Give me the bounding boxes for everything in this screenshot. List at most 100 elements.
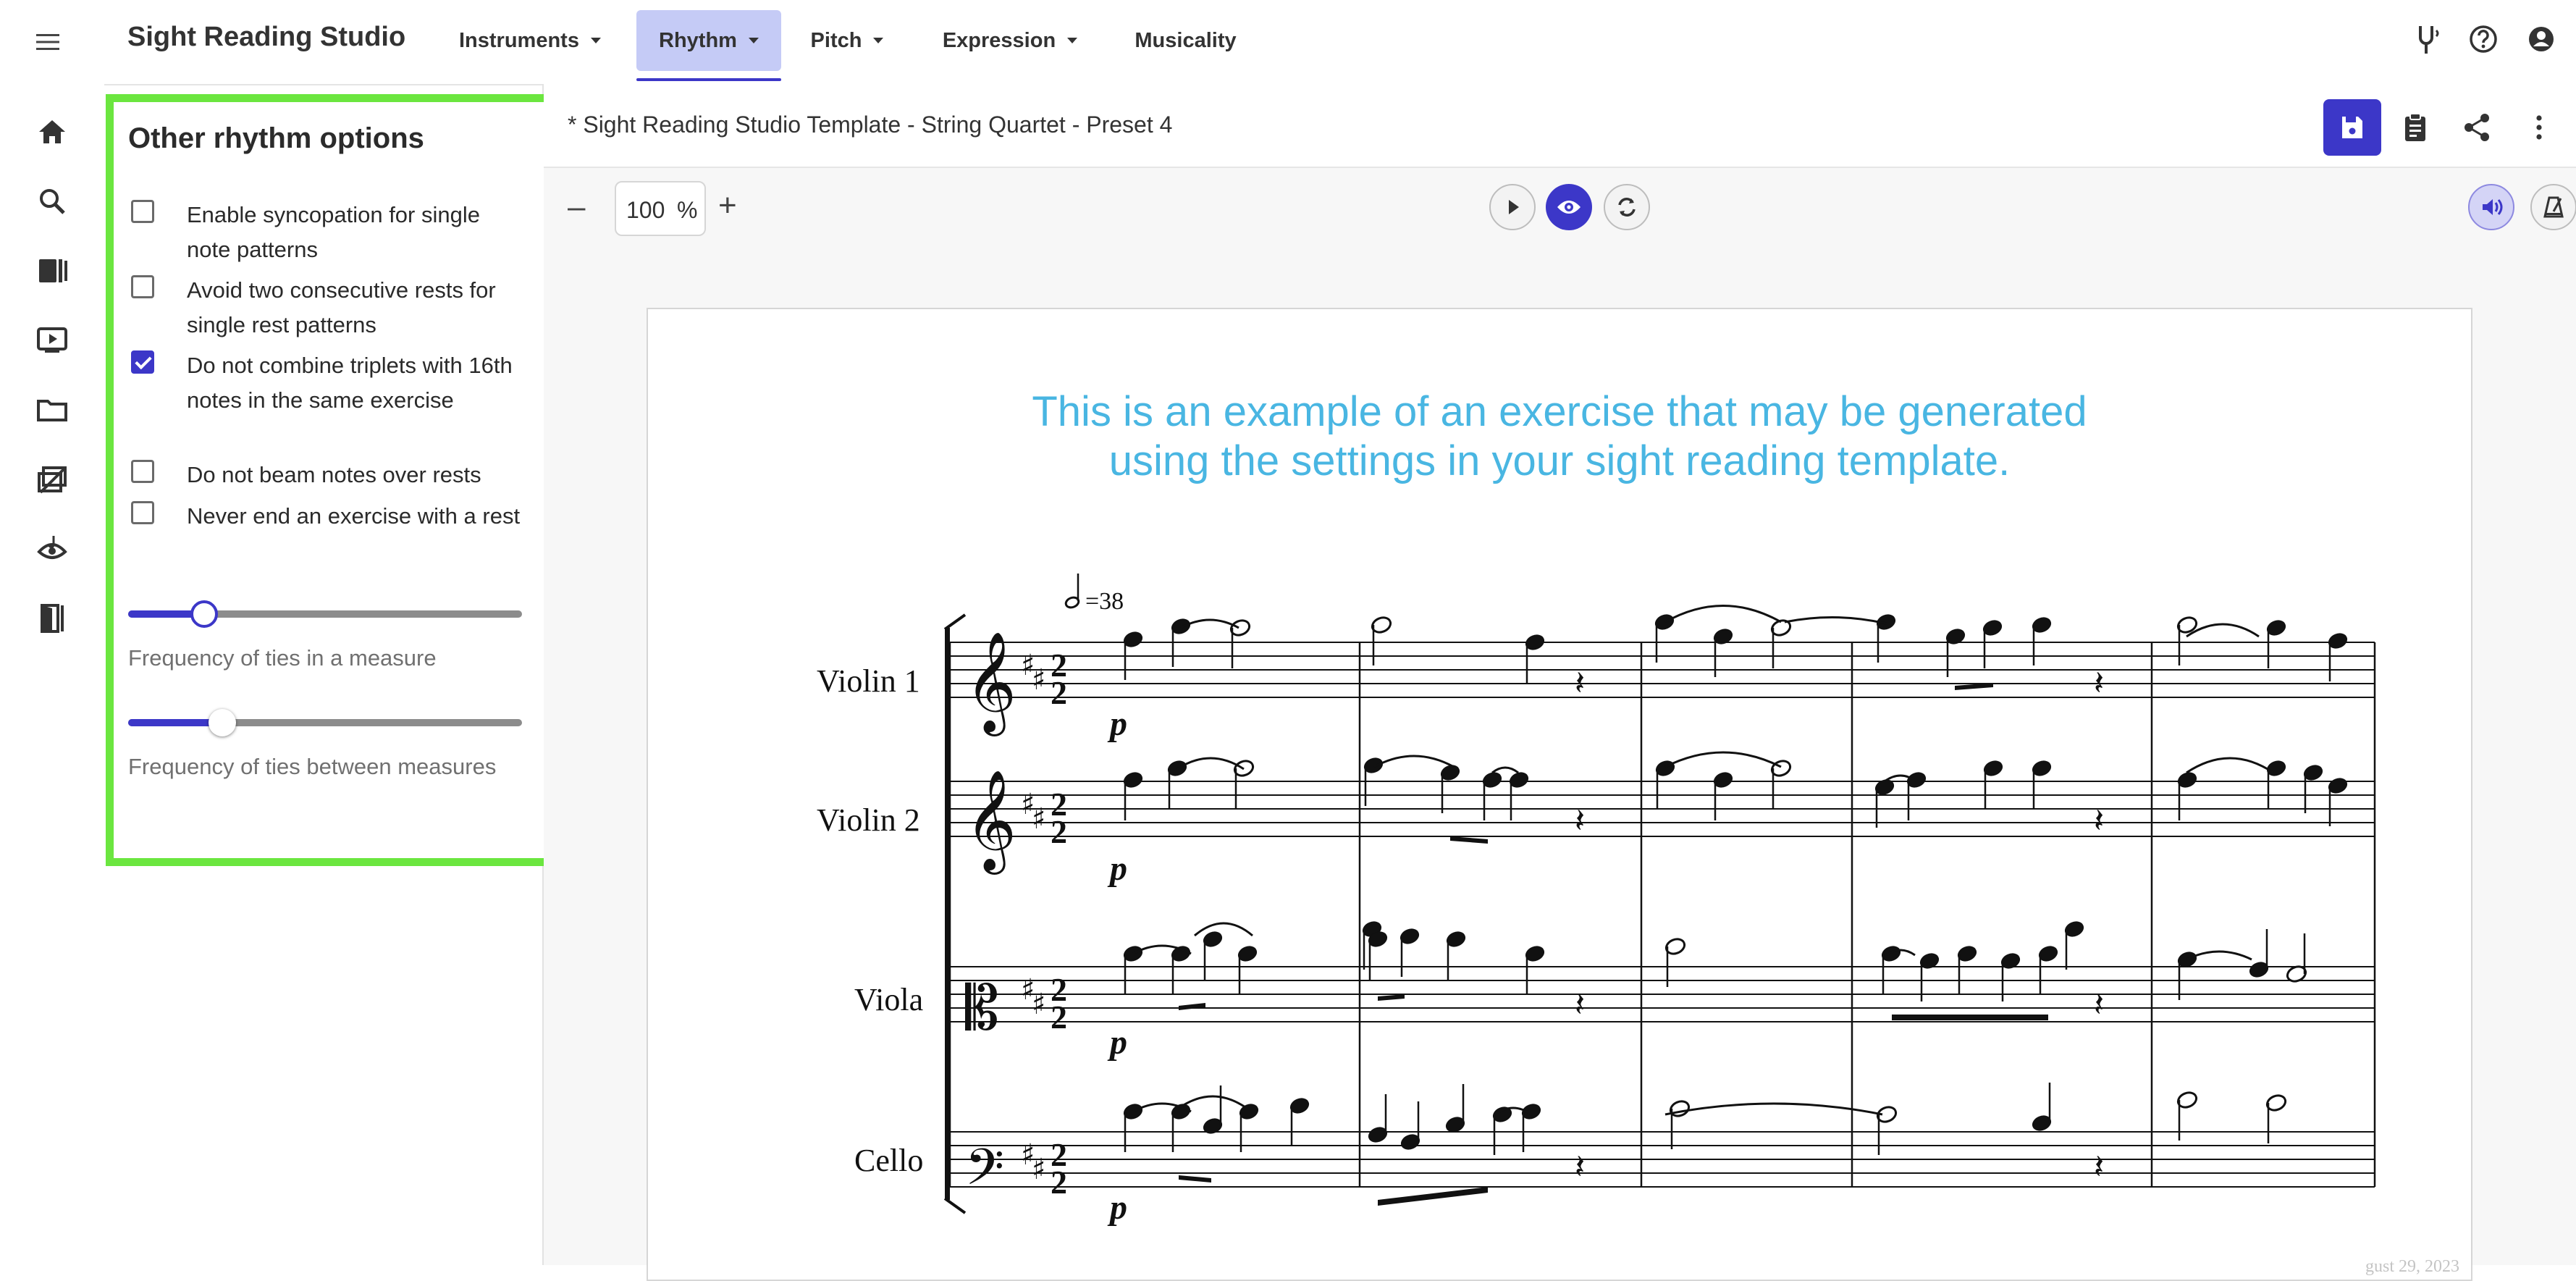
key-sharp: ♯ xyxy=(1032,802,1045,836)
play-button[interactable] xyxy=(1489,184,1536,230)
score-sheet: This is an example of an exercise that m… xyxy=(647,308,2472,1281)
ties-between-measures-slider[interactable] xyxy=(128,707,522,736)
app-title[interactable]: Sight Reading Studio xyxy=(127,22,405,53)
tempo-value: =38 xyxy=(1085,588,1124,615)
nav-pitch-label: Pitch xyxy=(810,28,862,52)
time-sig-bottom: 2 xyxy=(1051,999,1067,1036)
date-watermark: gust 29, 2023 xyxy=(2365,1257,2459,1276)
panel-title: Other rhythm options xyxy=(128,122,424,154)
search-icon[interactable] xyxy=(33,182,71,220)
svg-text:𝄽: 𝄽 xyxy=(2094,663,2104,702)
svg-text:𝄽: 𝄽 xyxy=(2094,801,2104,840)
zoom-unit: % xyxy=(677,197,698,223)
caret-down-icon xyxy=(873,38,884,43)
dynamic-mark: p xyxy=(1107,1023,1127,1062)
caret-down-icon xyxy=(748,38,759,43)
end-rest-checkbox[interactable] xyxy=(131,501,154,524)
hamburger-menu-icon[interactable] xyxy=(33,28,62,56)
slider-thumb[interactable] xyxy=(190,600,219,628)
option-label: Never end an exercise with a rest xyxy=(187,503,521,529)
instrument-name: Viola xyxy=(854,982,923,1017)
key-sharp: ♯ xyxy=(1032,988,1045,1021)
time-sig-bottom: 2 xyxy=(1051,1164,1067,1201)
svg-text:𝄽: 𝄽 xyxy=(2094,1147,2104,1186)
template-icon[interactable] xyxy=(33,461,71,498)
left-rail xyxy=(0,84,104,1265)
rhythm-options-panel: Other rhythm options Enable syncopation … xyxy=(106,94,553,866)
staves xyxy=(948,642,2376,1188)
nav-musicality-label: Musicality xyxy=(1135,28,1237,52)
metronome-icon xyxy=(2543,196,2564,218)
avoid-rests-checkbox[interactable] xyxy=(131,275,154,298)
nav-instruments[interactable]: Instruments xyxy=(443,10,617,71)
nav-musicality[interactable]: Musicality xyxy=(1122,10,1249,71)
svg-text:𝄽: 𝄽 xyxy=(1575,1147,1585,1186)
library-icon[interactable] xyxy=(33,252,71,290)
dynamic-mark: p xyxy=(1107,849,1127,888)
tempo-mark: =38 xyxy=(1064,574,1124,615)
system-bracket xyxy=(943,613,967,1214)
option-label: Avoid two consecutive rests for single r… xyxy=(187,277,496,337)
key-sharp: ♯ xyxy=(1032,1153,1045,1186)
nav-rhythm[interactable]: Rhythm xyxy=(636,10,781,81)
svg-text:𝄽: 𝄽 xyxy=(1575,801,1585,840)
help-icon[interactable] xyxy=(2465,20,2502,58)
document-header: * Sight Reading Studio Template - String… xyxy=(544,84,2576,168)
volume-icon xyxy=(2483,199,2503,215)
nav-pitch[interactable]: Pitch xyxy=(796,10,898,71)
view-toggle-button[interactable] xyxy=(1546,184,1592,230)
ear-icon[interactable] xyxy=(33,530,71,568)
triplets-checkbox[interactable] xyxy=(131,350,154,374)
save-icon xyxy=(2342,117,2362,138)
treble-clef: 𝄞 xyxy=(965,770,1016,875)
notes xyxy=(1123,614,2348,1155)
tuning-fork-icon[interactable] xyxy=(2407,20,2445,58)
svg-text:𝄽: 𝄽 xyxy=(1575,663,1585,702)
beams xyxy=(1179,683,2048,1206)
instrument-name: Violin 1 xyxy=(817,663,920,699)
folder-icon[interactable] xyxy=(33,391,71,429)
ties-in-measure-label: Frequency of ties in a measure xyxy=(128,645,437,671)
home-icon[interactable] xyxy=(33,113,71,151)
syncopation-checkbox[interactable] xyxy=(131,200,154,223)
zoom-out-button[interactable]: – xyxy=(568,191,585,223)
more-vert-icon[interactable] xyxy=(2522,110,2556,145)
save-button[interactable] xyxy=(2323,99,2381,156)
svg-text:𝄽: 𝄽 xyxy=(1575,985,1585,1024)
exit-icon[interactable] xyxy=(33,600,71,637)
nav-expression[interactable]: Expression xyxy=(934,10,1086,71)
caret-down-icon xyxy=(1067,38,1078,43)
ties-in-measure-slider[interactable] xyxy=(128,599,522,628)
option-label: Do not combine triplets with 16th notes … xyxy=(187,353,513,413)
metronome-button[interactable] xyxy=(2530,184,2576,230)
nav-instruments-label: Instruments xyxy=(459,28,579,52)
time-sig-bottom: 2 xyxy=(1051,674,1067,711)
sound-toggle-button[interactable] xyxy=(2468,184,2514,230)
document-title: * Sight Reading Studio Template - String… xyxy=(568,112,1173,138)
nav-expression-label: Expression xyxy=(942,28,1056,52)
instrument-name: Violin 2 xyxy=(817,802,920,838)
top-bar: Sight Reading Studio Instruments Rhythm … xyxy=(0,0,2576,85)
bass-clef: 𝄢 xyxy=(965,1138,1004,1209)
clipboard-icon[interactable] xyxy=(2398,110,2433,145)
account-icon[interactable] xyxy=(2522,20,2560,58)
dynamic-mark: p xyxy=(1107,705,1127,743)
share-icon[interactable] xyxy=(2460,110,2495,145)
ties-between-measures-label: Frequency of ties between measures xyxy=(128,754,497,779)
alto-clef: 𝄡 xyxy=(965,973,999,1043)
slider-thumb[interactable] xyxy=(209,709,237,736)
video-icon[interactable] xyxy=(33,322,71,359)
zoom-input[interactable]: 100 % xyxy=(615,181,706,236)
nav-rhythm-label: Rhythm xyxy=(659,28,737,52)
caret-down-icon xyxy=(590,38,601,43)
score-notation: =38 Violin 1 Violin 2 Viola Cello 𝄞 𝄞 𝄡 … xyxy=(817,574,2376,1227)
beam-checkbox[interactable] xyxy=(131,460,154,483)
option-label: Do not beam notes over rests xyxy=(187,462,481,487)
regenerate-button[interactable] xyxy=(1604,184,1650,230)
zoom-value: 100 xyxy=(626,197,665,223)
time-sig-bottom: 2 xyxy=(1051,813,1067,850)
dynamic-mark: p xyxy=(1107,1188,1127,1227)
key-sharp: ♯ xyxy=(1032,663,1045,697)
zoom-in-button[interactable]: + xyxy=(718,190,737,222)
treble-clef: 𝄞 xyxy=(965,631,1016,736)
